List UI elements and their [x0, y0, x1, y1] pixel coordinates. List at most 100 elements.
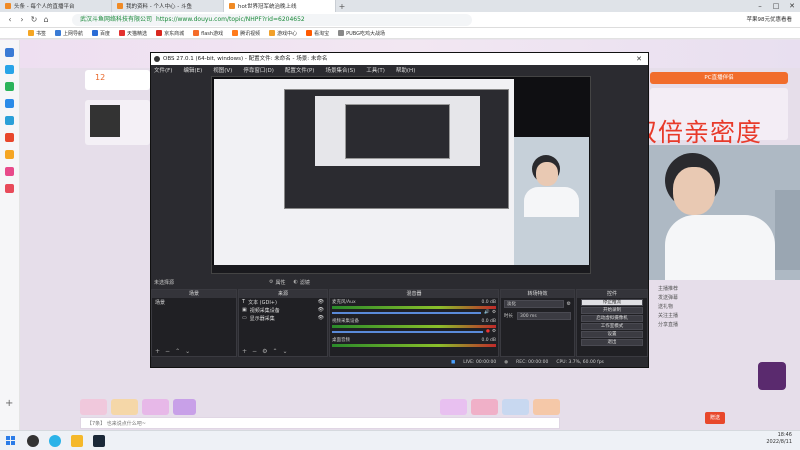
gift-item[interactable] — [471, 399, 499, 415]
sidebar-app-icon[interactable] — [5, 82, 14, 91]
studio-mode-button[interactable]: 工作室模式 — [581, 323, 643, 330]
sidebar-app-icon[interactable] — [5, 99, 14, 108]
back-icon[interactable]: ‹ — [4, 14, 16, 26]
close-window-button[interactable]: ✕ — [784, 0, 800, 12]
event-badge-icon[interactable] — [758, 362, 786, 390]
gift-item[interactable] — [141, 399, 169, 415]
stop-streaming-button[interactable]: 停止推流 — [581, 299, 643, 306]
sidebar-app-icon[interactable] — [5, 150, 14, 159]
steam-icon[interactable] — [93, 434, 105, 447]
transition-settings-icon[interactable]: ⚙ — [567, 301, 571, 307]
volume-slider[interactable] — [332, 311, 482, 314]
browser-tab-1[interactable]: 头条 - 每个人的直播平台 — [0, 0, 112, 12]
channel-settings-icon[interactable]: ⚙ — [492, 310, 496, 315]
maximize-window-button[interactable]: □ — [768, 0, 784, 12]
sidebar-app-icon[interactable] — [5, 184, 14, 193]
bookmark-item[interactable]: 天猫精选 — [119, 30, 147, 37]
browser-taskbar-icon[interactable] — [49, 434, 61, 447]
menu-help[interactable]: 帮助(H) — [396, 66, 415, 74]
menu-docks[interactable]: 停靠窗口(D) — [243, 66, 274, 74]
promo-text[interactable]: 苹果98元优惠看看 — [747, 15, 793, 23]
source-item[interactable]: ▭ 显示器采集 👁 — [239, 314, 327, 322]
duration-input[interactable]: 300 ms — [517, 312, 571, 320]
browser-tab-2[interactable]: 我的资料 - 个人中心 - 斗鱼 — [112, 0, 224, 12]
list-item[interactable]: 主播推荐 — [658, 285, 792, 294]
chat-input-bar[interactable]: 【7条】 也来说点什么吧~ — [80, 417, 560, 429]
move-down-icon[interactable]: ⌄ — [282, 348, 287, 355]
menu-profile[interactable]: 配置文件(P) — [285, 66, 315, 74]
move-up-icon[interactable]: ⌃ — [175, 348, 180, 355]
start-virtual-camera-button[interactable]: 启动虚拟摄像机 — [581, 315, 643, 322]
sidebar-app-icon[interactable] — [5, 48, 14, 57]
minimize-window-button[interactable]: – — [752, 0, 768, 12]
move-up-icon[interactable]: ⌃ — [272, 348, 277, 355]
url-input[interactable]: 武汉斗鱼网络科技有限公司 https://www.douyu.com/topic/… — [72, 14, 472, 26]
eye-icon[interactable]: 👁 — [318, 299, 324, 305]
sidebar-app-icon[interactable] — [5, 65, 14, 74]
menu-scene-collection[interactable]: 场景集合(S) — [325, 66, 355, 74]
bookmark-item[interactable]: flash游戏 — [193, 30, 223, 37]
bookmark-item[interactable]: 百度 — [92, 30, 110, 37]
bookmark-item[interactable]: 腾讯视频 — [232, 30, 260, 37]
sidebar-add-icon[interactable]: + — [5, 398, 13, 409]
refresh-icon[interactable]: ↻ — [28, 14, 40, 26]
eye-icon[interactable]: 👁 — [318, 307, 324, 313]
properties-button[interactable]: 属性 — [276, 279, 286, 286]
list-item[interactable]: 分享直播 — [658, 321, 792, 330]
menu-file[interactable]: 文件(F) — [154, 66, 172, 74]
bookmark-item[interactable]: 京东商城 — [156, 30, 184, 37]
start-recording-button[interactable]: 开始录制 — [581, 307, 643, 314]
scene-item[interactable]: 场景 — [152, 298, 236, 306]
add-source-icon[interactable]: + — [242, 348, 247, 355]
obs-taskbar-icon[interactable] — [27, 434, 39, 447]
eye-icon[interactable]: 👁 — [318, 315, 324, 321]
remove-scene-icon[interactable]: − — [165, 348, 170, 355]
bookmark-item[interactable]: 书签 — [28, 30, 46, 37]
filter-icon[interactable]: ◐ — [294, 279, 298, 285]
menu-edit[interactable]: 编辑(E) — [183, 66, 202, 74]
settings-button[interactable]: 设置 — [581, 331, 643, 338]
list-item[interactable]: 送礼物 — [658, 303, 792, 312]
send-gift-button[interactable]: 赠送 — [705, 412, 725, 424]
gear-icon[interactable]: ⚙ — [269, 279, 273, 285]
obs-preview[interactable] — [211, 76, 591, 274]
source-item[interactable]: ▣ 视频采集设备 👁 — [239, 306, 327, 314]
remove-source-icon[interactable]: − — [252, 348, 257, 355]
transition-select[interactable]: 淡化 — [504, 300, 564, 308]
home-icon[interactable]: ⌂ — [40, 14, 52, 26]
exit-button[interactable]: 退出 — [581, 339, 643, 346]
bookmark-item[interactable]: 游戏中心 — [269, 30, 297, 37]
menu-view[interactable]: 视图(V) — [213, 66, 232, 74]
gift-item[interactable] — [80, 399, 107, 415]
bookmark-item[interactable]: PUBG吃鸡大战场 — [338, 30, 385, 37]
obs-close-icon[interactable]: ✕ — [636, 53, 642, 65]
sidebar-app-icon[interactable] — [5, 116, 14, 125]
sidebar-app-icon[interactable] — [5, 167, 14, 176]
avatar[interactable] — [90, 105, 120, 137]
new-tab-button[interactable]: + — [336, 2, 348, 11]
add-scene-icon[interactable]: + — [155, 348, 160, 355]
pc-companion-button[interactable]: PC直播伴侣 — [650, 72, 788, 84]
gift-item[interactable] — [440, 399, 468, 415]
channel-settings-icon[interactable]: ⚙ — [492, 329, 496, 334]
mute-icon[interactable]: ● — [486, 329, 490, 334]
forward-icon[interactable]: › — [16, 14, 28, 26]
source-item[interactable]: T 文本 (GDI+) 👁 — [239, 298, 327, 306]
browser-tab-3[interactable]: hot世界冠军统治晚上线 — [224, 0, 336, 12]
list-item[interactable]: 关注主播 — [658, 312, 792, 321]
list-item[interactable]: 发送弹幕 — [658, 294, 792, 303]
taskbar-clock[interactable]: 18:46 2022/8/11 — [766, 432, 792, 446]
bookmark-item[interactable]: 上网导航 — [55, 30, 83, 37]
gift-item[interactable] — [502, 399, 530, 415]
sidebar-app-icon[interactable] — [5, 133, 14, 142]
filters-button[interactable]: 滤镜 — [300, 279, 310, 286]
speaker-icon[interactable]: 🔊 — [484, 310, 490, 315]
gift-item[interactable] — [533, 399, 561, 415]
bookmark-item[interactable]: 看淘宝 — [306, 30, 329, 37]
gift-item[interactable] — [110, 399, 138, 415]
source-settings-icon[interactable]: ⚙ — [262, 348, 267, 355]
menu-tools[interactable]: 工具(T) — [366, 66, 385, 74]
volume-slider[interactable] — [332, 330, 484, 333]
gift-item[interactable] — [172, 399, 197, 415]
file-explorer-icon[interactable] — [71, 434, 83, 447]
